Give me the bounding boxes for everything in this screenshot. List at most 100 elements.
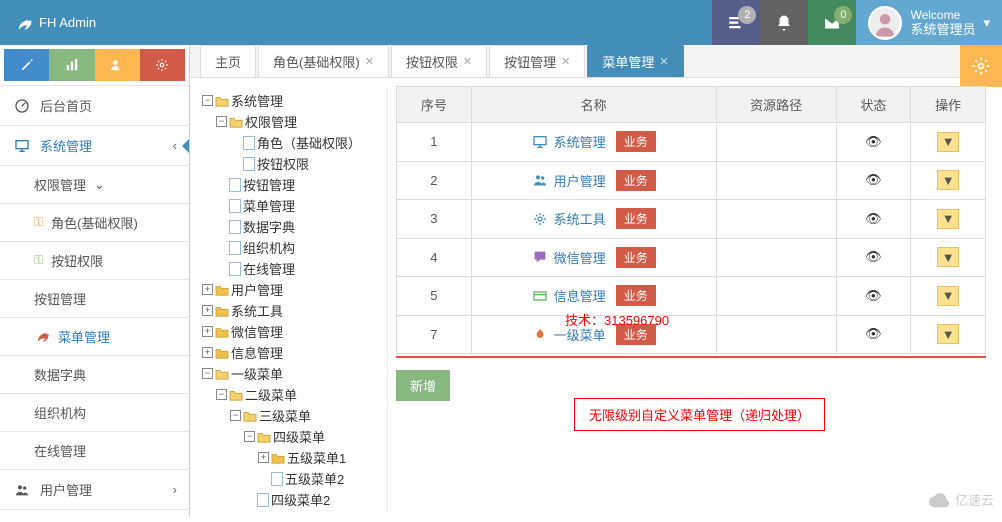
tree-node-0[interactable]: −系统管理 (202, 90, 383, 111)
action-dropdown[interactable]: ▼ (937, 286, 959, 306)
table-row: 7一级菜单业务👁▼ (397, 315, 986, 354)
sidebar-sub-7[interactable]: 数据字典 (0, 356, 189, 394)
close-icon[interactable]: ✕ (463, 55, 472, 68)
sidebar-item-1[interactable]: 系统管理‹ (0, 126, 189, 166)
sidebar-item-11[interactable]: 系统工具› (0, 510, 189, 517)
tree-node-8[interactable]: 在线管理 (202, 258, 383, 279)
tree-node-6[interactable]: 数据字典 (202, 216, 383, 237)
sidebar-item-0[interactable]: 后台首页 (0, 86, 189, 126)
tree-node-5[interactable]: 菜单管理 (202, 195, 383, 216)
eye-icon[interactable]: 👁 (865, 288, 882, 303)
tab-2[interactable]: 按钮权限✕ (391, 45, 487, 77)
toggle-icon[interactable]: − (230, 410, 241, 421)
shortcut-settings[interactable] (140, 49, 185, 81)
toggle-icon[interactable]: + (202, 305, 213, 316)
tree-node-12[interactable]: +信息管理 (202, 342, 383, 363)
tabs-settings[interactable] (960, 45, 1002, 87)
action-dropdown[interactable]: ▼ (937, 324, 959, 344)
sidebar-sub-2[interactable]: 权限管理⌄ (0, 166, 189, 204)
file-icon (229, 178, 241, 192)
toggle-icon[interactable]: − (202, 95, 213, 106)
tree-node-15[interactable]: −三级菜单 (202, 405, 383, 426)
leaf-icon (34, 329, 50, 345)
folder-icon (215, 347, 229, 359)
tree-node-19[interactable]: 四级菜单2 (202, 489, 383, 510)
desktop-icon (532, 134, 548, 150)
sidebar-sub-5[interactable]: 按钮管理 (0, 280, 189, 318)
watermark: 亿速云 (929, 490, 994, 509)
tree-node-14[interactable]: −二级菜单 (202, 384, 383, 405)
tree-node-16[interactable]: −四级菜单 (202, 426, 383, 447)
action-dropdown[interactable]: ▼ (937, 132, 959, 152)
file-icon (229, 220, 241, 234)
col-header: 操作 (911, 87, 986, 123)
tasks-badge: 2 (738, 6, 756, 24)
eye-icon[interactable]: 👁 (865, 249, 882, 264)
tree-node-13[interactable]: −一级菜单 (202, 363, 383, 384)
toggle-icon[interactable]: − (216, 389, 227, 400)
close-icon[interactable]: ✕ (659, 55, 668, 68)
eye-icon[interactable]: 👁 (865, 211, 882, 226)
toggle-icon[interactable]: − (244, 431, 255, 442)
sidebar-item-10[interactable]: 用户管理› (0, 470, 189, 510)
sidebar-sub-3[interactable]: ⚿角色(基础权限) (0, 204, 189, 242)
shortcut-users[interactable] (95, 49, 140, 81)
action-dropdown[interactable]: ▼ (937, 247, 959, 267)
welcome-label: Welcome (910, 8, 975, 22)
tree-node-9[interactable]: +用户管理 (202, 279, 383, 300)
tree-node-2[interactable]: 角色（基础权限） (202, 132, 383, 153)
tab-3[interactable]: 按钮管理✕ (489, 45, 585, 77)
key-icon: ⚿ (34, 215, 43, 230)
sidebar-sub-6[interactable]: 菜单管理 (0, 318, 189, 356)
file-icon (243, 136, 255, 150)
toggle-icon[interactable]: + (202, 326, 213, 337)
dashboard-icon (14, 98, 30, 114)
folder-icon (215, 95, 229, 107)
fire-icon (532, 326, 548, 342)
toggle-icon[interactable]: + (202, 284, 213, 295)
toggle-icon[interactable]: + (258, 452, 269, 463)
toggle-icon[interactable]: − (216, 116, 227, 127)
close-icon[interactable]: ✕ (561, 55, 570, 68)
tree-node-7[interactable]: 组织机构 (202, 237, 383, 258)
action-dropdown[interactable]: ▼ (937, 209, 959, 229)
tab-4[interactable]: 菜单管理✕ (587, 45, 683, 77)
tree-node-11[interactable]: +微信管理 (202, 321, 383, 342)
action-dropdown[interactable]: ▼ (937, 170, 959, 190)
role-label: 系统管理员 (910, 22, 975, 38)
user-menu[interactable]: Welcome 系统管理员 ▾ (856, 0, 1002, 45)
cloud-icon (929, 492, 951, 508)
tab-1[interactable]: 角色(基础权限)✕ (258, 45, 389, 77)
tag: 业务 (616, 208, 656, 229)
sidebar-sub-4[interactable]: ⚿按钮权限 (0, 242, 189, 280)
shortcut-edit[interactable] (4, 49, 49, 81)
toggle-icon[interactable]: − (202, 368, 213, 379)
shortcut-stats[interactable] (49, 49, 94, 81)
sidebar-sub-9[interactable]: 在线管理 (0, 432, 189, 470)
brand-text: FH Admin (39, 15, 96, 30)
caret-down-icon: ▾ (983, 15, 990, 31)
avatar (868, 6, 902, 40)
tree-node-18[interactable]: 五级菜单2 (202, 468, 383, 489)
chevron-icon: ⌄ (94, 177, 105, 193)
eye-icon[interactable]: 👁 (865, 134, 882, 149)
users-icon (14, 482, 30, 498)
toggle-icon[interactable]: + (202, 347, 213, 358)
eye-icon[interactable]: 👁 (865, 172, 882, 187)
tree-node-3[interactable]: 按钮权限 (202, 153, 383, 174)
tab-0[interactable]: 主页 (200, 45, 256, 77)
tree-node-17[interactable]: +五级菜单1 (202, 447, 383, 468)
add-button[interactable]: 新增 (396, 370, 450, 401)
tree-node-10[interactable]: +系统工具 (202, 300, 383, 321)
note-box: 无限级别自定义菜单管理（递归处理） (574, 398, 825, 431)
eye-icon[interactable]: 👁 (865, 326, 882, 341)
tree-node-1[interactable]: −权限管理 (202, 111, 383, 132)
tree-node-4[interactable]: 按钮管理 (202, 174, 383, 195)
card-icon (532, 288, 548, 304)
sidebar-sub-8[interactable]: 组织机构 (0, 394, 189, 432)
messages-button[interactable]: 0 (808, 0, 856, 45)
folder-icon (257, 431, 271, 443)
notifications-button[interactable] (760, 0, 808, 45)
tasks-button[interactable]: 2 (712, 0, 760, 45)
close-icon[interactable]: ✕ (365, 55, 374, 68)
